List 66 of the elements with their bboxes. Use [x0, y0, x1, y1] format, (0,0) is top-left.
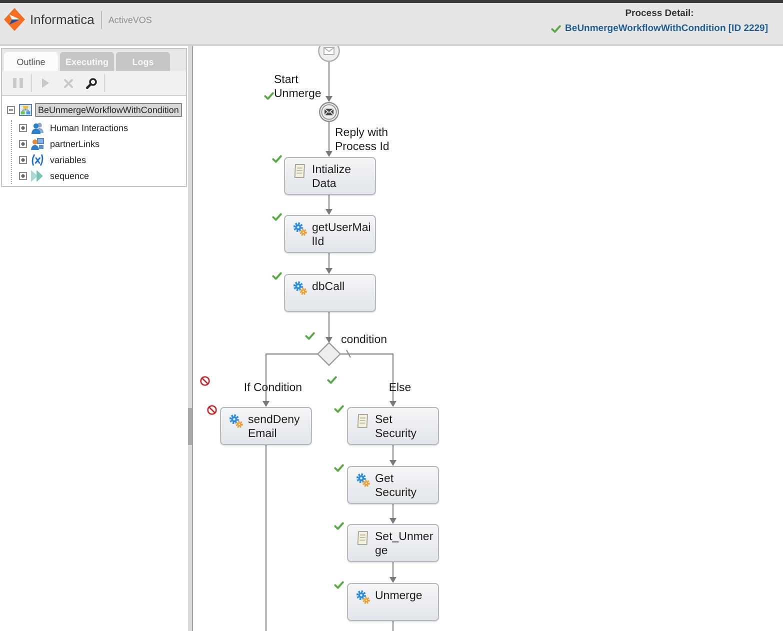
- connector-arrow: [390, 562, 396, 583]
- tree-toggle-icon[interactable]: [19, 124, 27, 132]
- tree-toggle-icon[interactable]: [19, 140, 27, 148]
- activity-label: Get Security: [375, 472, 418, 500]
- tree-toggle-icon[interactable]: [7, 106, 15, 114]
- gears-icon: [356, 473, 370, 487]
- gears-icon: [293, 281, 307, 295]
- people-screen-icon: [31, 138, 44, 150]
- activity-node[interactable]: sendDenyEmail: [220, 407, 312, 445]
- activity-label: Set_Unmerge: [375, 530, 434, 558]
- play-icon: [42, 78, 48, 88]
- activity-label: getUserMailId: [312, 221, 371, 249]
- diamond-logo-icon: [4, 8, 25, 31]
- activity-node[interactable]: Set_Unmerge: [347, 524, 439, 562]
- document-icon: [293, 164, 307, 178]
- activity-node[interactable]: dbCall: [284, 274, 376, 312]
- connector-arrow: [390, 445, 396, 466]
- splitter-handle[interactable]: [188, 408, 192, 445]
- gears-icon: [229, 414, 243, 428]
- tree-item[interactable]: partnerLinks: [47, 137, 103, 151]
- connector-arrow: [326, 312, 332, 343]
- gears-icon: [293, 222, 307, 236]
- connector-arrow: [326, 62, 332, 102]
- connector-arrow: [326, 253, 332, 274]
- activity-node[interactable]: getUserMailId: [284, 215, 376, 253]
- parentheses-x-icon: [31, 154, 44, 166]
- activity-label: Unmerge: [375, 589, 424, 603]
- branch-label: If Condition: [244, 381, 302, 395]
- double-chevron-icon: [31, 170, 44, 182]
- event-label: Reply with Process Id: [335, 126, 390, 154]
- envelope-event-icon: [319, 102, 339, 122]
- activity-node[interactable]: Set Security: [347, 407, 439, 445]
- activity-label: Set Security: [375, 413, 418, 441]
- tree-item[interactable]: Human Interactions: [47, 121, 132, 135]
- process-detail-title: Process Detail:: [625, 8, 694, 20]
- brand-name: Informatica: [30, 12, 94, 28]
- document-icon: [356, 531, 370, 545]
- gateway-diamond: [317, 342, 341, 366]
- process-name: BeUnmergeWorkflowWithCondition [ID 2229]: [565, 23, 768, 35]
- pause-icon: [13, 78, 23, 88]
- connector-line: [392, 621, 394, 631]
- process-diagram-icon: [19, 104, 32, 116]
- gateway-label: condition: [341, 333, 388, 347]
- activity-node[interactable]: Unmerge: [347, 583, 439, 621]
- cross-icon: [64, 78, 72, 88]
- connector-arrow: [326, 122, 332, 157]
- activity-node[interactable]: Intialize Data: [284, 157, 376, 195]
- people-icon: [31, 122, 44, 134]
- gears-icon: [356, 590, 370, 604]
- tab[interactable]: Outline: [4, 52, 58, 71]
- activity-node[interactable]: Get Security: [347, 466, 439, 504]
- tree-toggle-icon[interactable]: [19, 156, 27, 164]
- tree-item[interactable]: variables: [47, 153, 90, 167]
- event-label: Start Unmerge: [274, 73, 322, 101]
- activity-label: Intialize Data: [312, 163, 352, 191]
- tree-item[interactable]: sequence: [47, 169, 92, 183]
- branch-label: Else: [388, 381, 412, 395]
- tree-toggle-icon[interactable]: [19, 172, 27, 180]
- connector-arrow: [326, 195, 332, 215]
- activity-label: dbCall: [312, 280, 346, 294]
- product-name: ActiveVOS: [108, 14, 152, 26]
- activity-label: sendDenyEmail: [248, 413, 301, 441]
- search-icon: [86, 78, 96, 88]
- tree-item[interactable]: BeUnmergeWorkflowWithCondition: [35, 103, 182, 117]
- connector-arrow: [390, 504, 396, 524]
- document-icon: [356, 414, 370, 428]
